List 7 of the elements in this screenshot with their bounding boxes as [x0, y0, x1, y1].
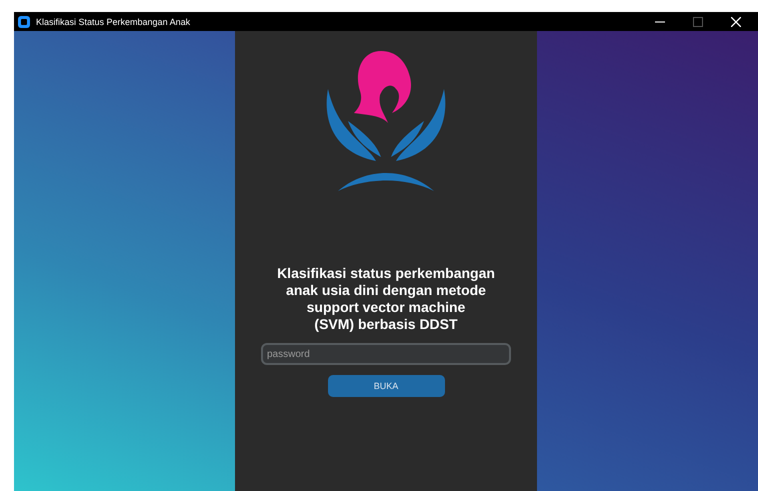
open-button[interactable]: BUKA — [328, 375, 444, 397]
maximize-icon — [693, 16, 703, 26]
password-field[interactable]: password — [261, 343, 511, 365]
app-heading: Klasifikasi status perkembangan anak usia dini dengan metode support vector machine (SVM) berbasis DDST — [277, 265, 495, 333]
close-icon — [731, 16, 741, 26]
window-title: Klasifikasi Status Perkembangan Anak — [36, 16, 192, 26]
app-icon — [18, 16, 30, 28]
